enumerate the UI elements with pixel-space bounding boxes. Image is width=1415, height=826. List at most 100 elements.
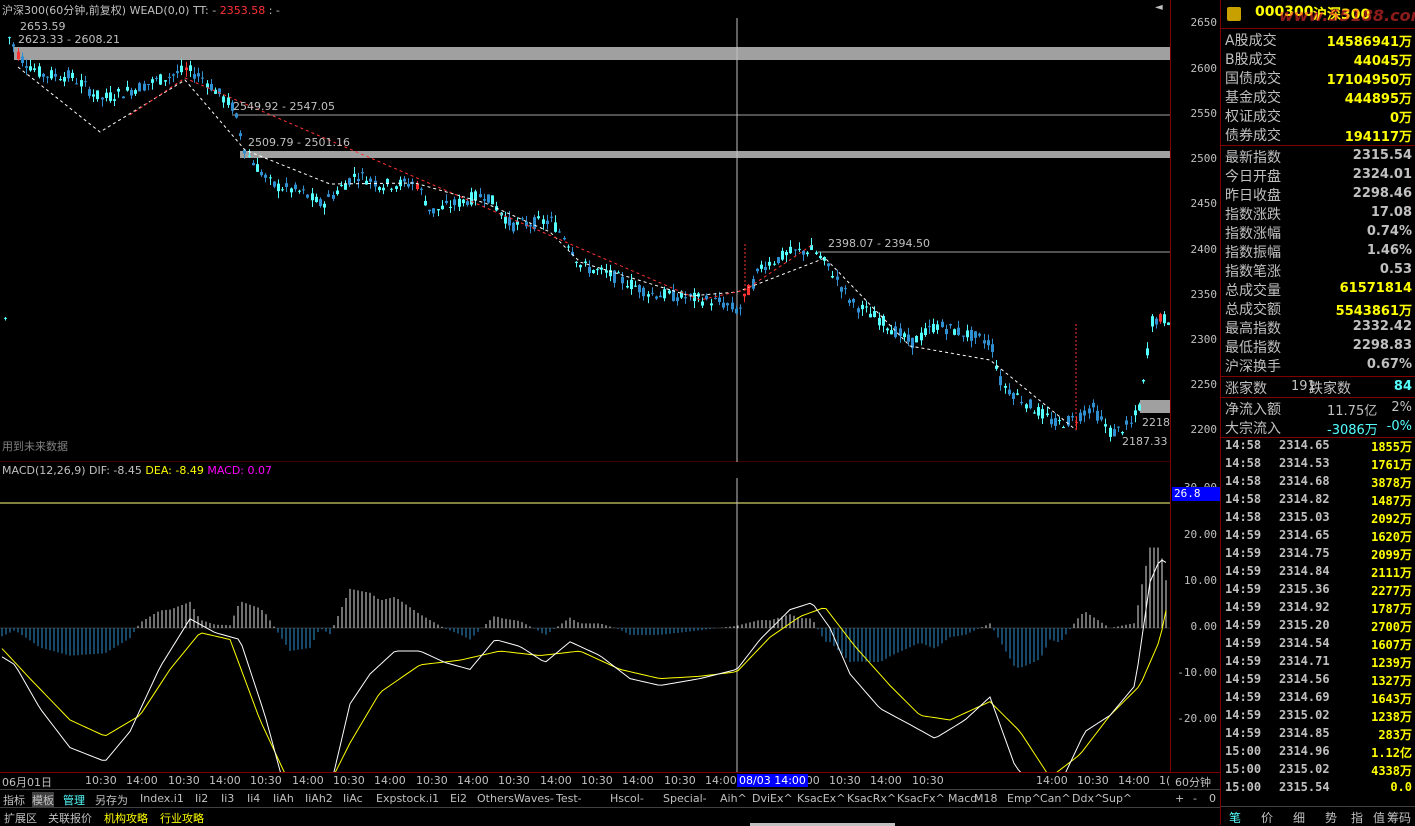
tick-time: 14:59 [1225,618,1262,632]
date-tick: 14:00 [126,774,158,787]
candle-body [894,326,897,338]
toolbar-control[interactable]: 0 [1209,792,1216,805]
tab-industry-guide[interactable]: 行业攻略 [160,810,204,826]
candle-body [42,73,45,77]
candle-body [252,162,255,166]
candle-body [785,251,788,256]
toolbar-item[interactable]: OthersWaves- [477,792,554,805]
price-tick: 2600 [1190,62,1218,75]
candle-body [1054,418,1057,426]
candle-body [1033,412,1036,414]
tick-volume: 1787万 [1371,602,1412,616]
candle-body [521,218,524,220]
toolbar-item[interactable]: Ii2 [195,792,208,805]
trade-tick-row: 14:59 2314.71 1239万 [1221,654,1415,672]
tick-price: 2314.68 [1279,474,1330,488]
collapse-arrow-icon[interactable]: ◄ [1155,2,1163,13]
toolbar-item[interactable]: 管理 [63,792,85,808]
candle-body [197,73,200,77]
toolbar-item[interactable]: Macd [948,792,977,805]
candle-body [117,88,120,92]
toolbar-item[interactable]: Can^ [1040,792,1071,805]
tick-volume: 1238万 [1371,710,1412,724]
candle-body [1083,410,1086,416]
toolbar-item[interactable]: IiAc [343,792,363,805]
stat-value: 444895万 [1344,92,1412,107]
down-count-label: 跌家数 [1309,381,1351,397]
quote-label: 今日开盘 [1225,169,1281,185]
toolbar-control[interactable]: - [1193,792,1197,805]
toolbar-item[interactable]: Test- [556,792,582,805]
toolbar-item[interactable]: M18 [974,792,998,805]
tick-volume: 2111万 [1371,566,1412,580]
period-label[interactable]: 60分钟 [1175,774,1211,790]
candle-body [1104,424,1107,427]
tab-trend[interactable]: 势 [1325,809,1337,826]
tab-detail[interactable]: 细 [1293,809,1305,826]
candle-body [945,328,948,335]
toolbar-item[interactable]: Emp^ [1007,792,1041,805]
tab-value[interactable]: 值 [1373,809,1385,826]
tab-chips[interactable]: 筹码 [1387,809,1411,826]
toolbar-item[interactable]: KsacRx^ [847,792,896,805]
candle-body [1125,420,1128,425]
quote-row: 总成交额 5543861万 [1221,299,1415,319]
toolbar-item[interactable]: DviEx^ [752,792,793,805]
toolbar-item[interactable]: Ii3 [221,792,234,805]
toolbar-item[interactable]: 模板 [32,792,54,808]
toolbar-item[interactable]: 指标 [3,792,25,808]
candle-body [395,186,398,189]
toolbar-item[interactable]: Ii4 [247,792,260,805]
tab-related-quotes[interactable]: 关联报价 [48,810,92,826]
toolbar-item[interactable]: IiAh2 [305,792,333,805]
candle-body [537,216,540,219]
price-chart[interactable] [0,0,1170,462]
date-tick: 10:30 [168,774,200,787]
toolbar-item[interactable]: 另存为 [95,792,128,808]
toolbar-item[interactable]: KsacEx^ [797,792,845,805]
tab-extension-area[interactable]: 扩展区 [4,810,37,826]
trade-tick-row: 14:59 2314.65 1620万 [1221,528,1415,546]
candle-body [844,288,847,290]
candle-body [516,221,519,225]
tick-price: 2314.71 [1279,654,1330,668]
toolbar-control[interactable]: + [1175,792,1184,805]
quote-label: 昨日收盘 [1225,188,1281,204]
tick-time: 15:00 [1225,762,1262,776]
candle-body [1037,407,1040,416]
flow-pct: 2% [1391,400,1412,415]
toolbar-item[interactable]: Aih^ [720,792,747,805]
candle-body [390,188,393,190]
toolbar-item[interactable]: Expstock.i1 [376,792,439,805]
toolbar-item[interactable]: Ddx^ [1072,792,1103,805]
tab-trades[interactable]: 笔 [1229,809,1241,826]
candle-body [1142,379,1145,382]
toolbar-item[interactable]: KsacFx^ [897,792,945,805]
date-tick: 14:00 [374,774,406,787]
date-tick: 10:30 [333,774,365,787]
resistance-zone-2 [240,151,1170,158]
tick-volume: 1607万 [1371,638,1412,652]
candle-body [579,264,582,268]
candle-body [466,201,469,205]
tab-institution-guide[interactable]: 机构攻略 [104,810,148,826]
toolbar-item[interactable]: Special- [663,792,707,805]
tab-index[interactable]: 指 [1351,809,1363,826]
candle-body [1155,318,1158,325]
toolbar-item[interactable]: Hscol- [610,792,644,805]
toolbar-item[interactable]: Sup^ [1102,792,1132,805]
candle-body [269,177,272,179]
tick-time: 14:58 [1225,474,1262,488]
candle-body [432,208,435,214]
candle-body [50,70,53,79]
candle-body [718,297,721,303]
quote-row: 最新指数 2315.54 [1221,147,1415,166]
tab-price[interactable]: 价 [1261,809,1273,826]
toolbar-item[interactable]: IiAh [273,792,294,805]
trade-tick-row: 14:59 2315.36 2277万 [1221,582,1415,600]
toolbar-item[interactable]: Ei2 [450,792,467,805]
candle-body [689,293,692,296]
toolbar-item[interactable]: Index.i1 [140,792,184,805]
quote-value: 0.53 [1379,262,1412,277]
macd-chart[interactable] [0,462,1170,772]
